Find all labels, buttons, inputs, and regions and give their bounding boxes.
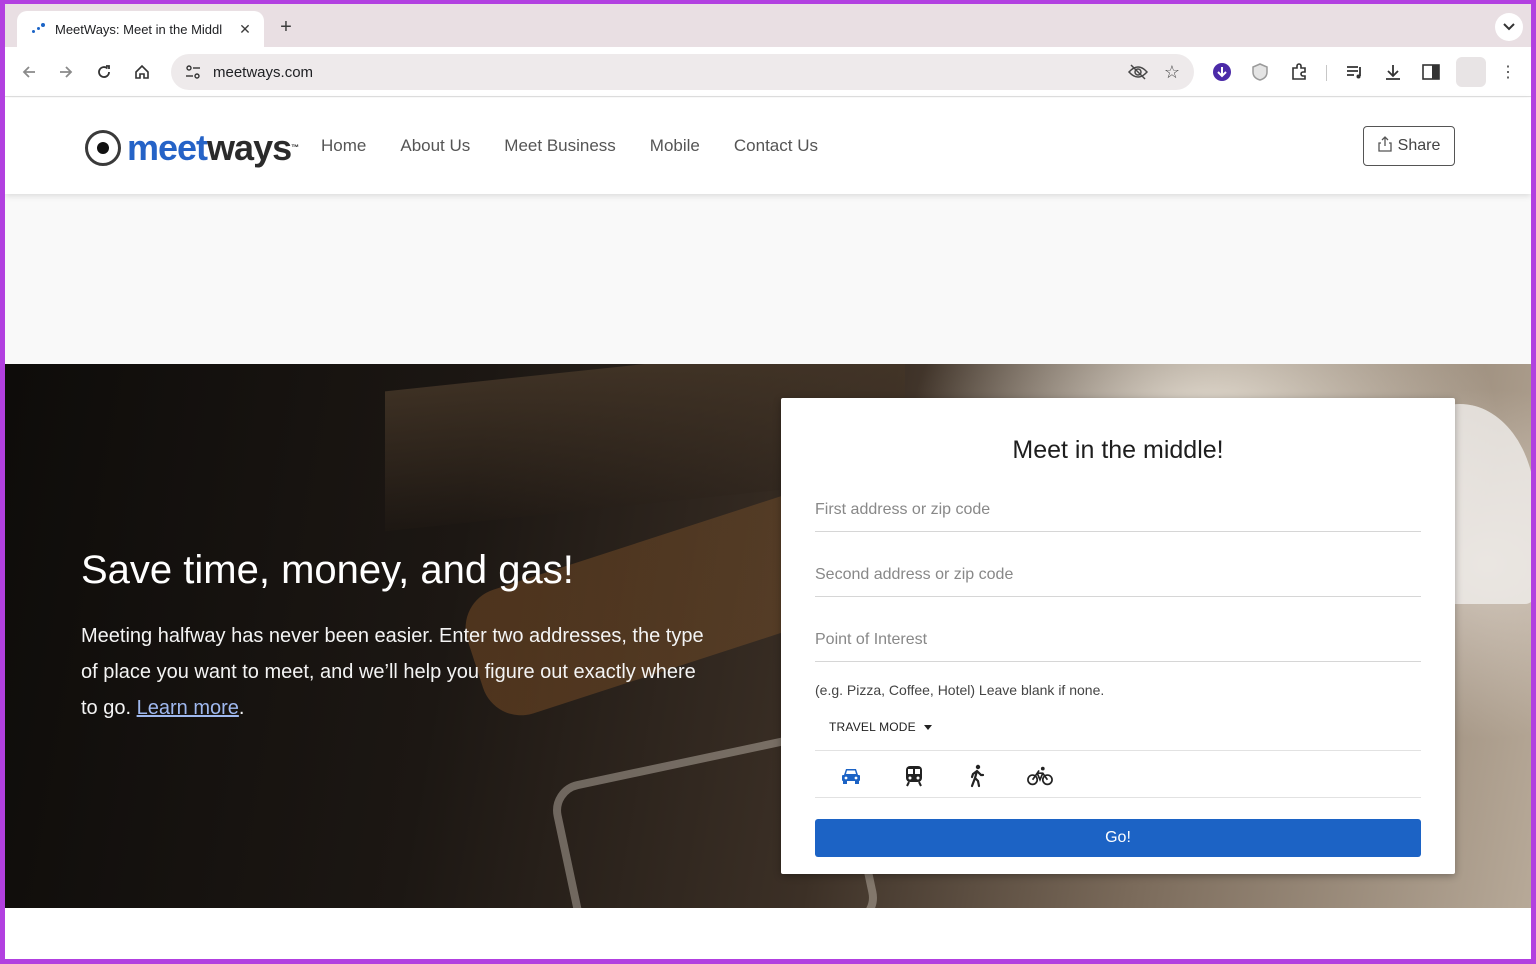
tab-search-chevron-icon[interactable] xyxy=(1495,13,1523,41)
nav-meet-business[interactable]: Meet Business xyxy=(504,136,616,156)
travel-mode-options xyxy=(815,750,1421,798)
site-header: meetways™ Home About Us Meet Business Mo… xyxy=(5,98,1531,194)
logo-meet-text: meet xyxy=(127,127,208,168)
meetways-logo[interactable]: meetways™ xyxy=(85,127,299,168)
learn-more-link[interactable]: Learn more xyxy=(137,697,239,719)
extensions-puzzle-icon[interactable] xyxy=(1286,59,1312,85)
share-button[interactable]: Share xyxy=(1363,126,1455,166)
logo-ways-text: ways xyxy=(207,127,292,168)
nav-home[interactable]: Home xyxy=(321,136,366,156)
first-address-field-wrapper xyxy=(815,488,1421,532)
shield-icon[interactable] xyxy=(1247,59,1273,85)
hero-title: Save time, money, and gas! xyxy=(81,548,574,592)
new-tab-button[interactable]: + xyxy=(275,16,297,38)
eye-off-icon[interactable] xyxy=(1126,60,1150,84)
downloads-icon[interactable] xyxy=(1380,59,1406,85)
back-arrow-icon[interactable] xyxy=(16,59,42,85)
browser-window: MeetWays: Meet in the Middl ✕ + meetways… xyxy=(5,4,1531,959)
browser-toolbar: meetways.com ☆ ⋮ xyxy=(5,47,1531,97)
profile-avatar[interactable] xyxy=(1456,57,1486,87)
share-label: Share xyxy=(1397,137,1441,154)
second-address-field-wrapper xyxy=(815,553,1421,597)
nav-mobile[interactable]: Mobile xyxy=(650,136,700,156)
bookmark-star-icon[interactable]: ☆ xyxy=(1160,60,1184,84)
point-of-interest-field-wrapper xyxy=(815,618,1421,662)
more-menu-icon[interactable]: ⋮ xyxy=(1495,59,1521,85)
share-icon xyxy=(1377,135,1392,157)
toolbar-separator xyxy=(1326,65,1327,81)
media-controls-icon[interactable] xyxy=(1342,59,1368,85)
address-bar[interactable]: meetways.com ☆ xyxy=(171,54,1194,90)
tab-title: MeetWays: Meet in the Middl xyxy=(55,21,223,37)
main-nav: Home About Us Meet Business Mobile Conta… xyxy=(321,136,818,156)
meet-form-card: Meet in the middle! (e.g. Pizza, Coffee,… xyxy=(781,398,1455,874)
car-icon[interactable] xyxy=(838,763,864,789)
ad-space xyxy=(5,194,1531,364)
hero-description: Meeting halfway has never been easier. E… xyxy=(81,625,704,719)
logo-eye-icon xyxy=(85,130,121,166)
bike-icon[interactable] xyxy=(1027,763,1053,789)
form-title: Meet in the middle! xyxy=(1012,436,1224,464)
url-text[interactable]: meetways.com xyxy=(213,64,1126,81)
nav-about-us[interactable]: About Us xyxy=(400,136,470,156)
travel-mode-dropdown[interactable]: TRAVEL MODE xyxy=(829,720,932,734)
walk-icon[interactable] xyxy=(964,763,990,789)
logo-trademark: ™ xyxy=(291,143,299,152)
poi-hint: (e.g. Pizza, Coffee, Hotel) Leave blank … xyxy=(815,682,1105,698)
train-icon[interactable] xyxy=(901,763,927,789)
second-address-input[interactable] xyxy=(815,553,1421,596)
travel-mode-label: TRAVEL MODE xyxy=(829,720,916,734)
nav-contact-us[interactable]: Contact Us xyxy=(734,136,818,156)
tab-strip: MeetWays: Meet in the Middl ✕ + xyxy=(5,4,1531,47)
caret-down-icon xyxy=(923,724,932,730)
download-extension-icon[interactable] xyxy=(1209,59,1235,85)
side-panel-icon[interactable] xyxy=(1418,59,1444,85)
point-of-interest-input[interactable] xyxy=(815,618,1421,661)
meetways-favicon-icon xyxy=(31,21,47,37)
forward-arrow-icon[interactable] xyxy=(53,59,79,85)
home-icon[interactable] xyxy=(129,59,155,85)
close-tab-icon[interactable]: ✕ xyxy=(236,20,254,38)
first-address-input[interactable] xyxy=(815,488,1421,531)
browser-tab[interactable]: MeetWays: Meet in the Middl ✕ xyxy=(17,11,264,47)
reload-icon[interactable] xyxy=(91,59,117,85)
go-button[interactable]: Go! xyxy=(815,819,1421,857)
site-settings-icon[interactable] xyxy=(183,62,203,82)
